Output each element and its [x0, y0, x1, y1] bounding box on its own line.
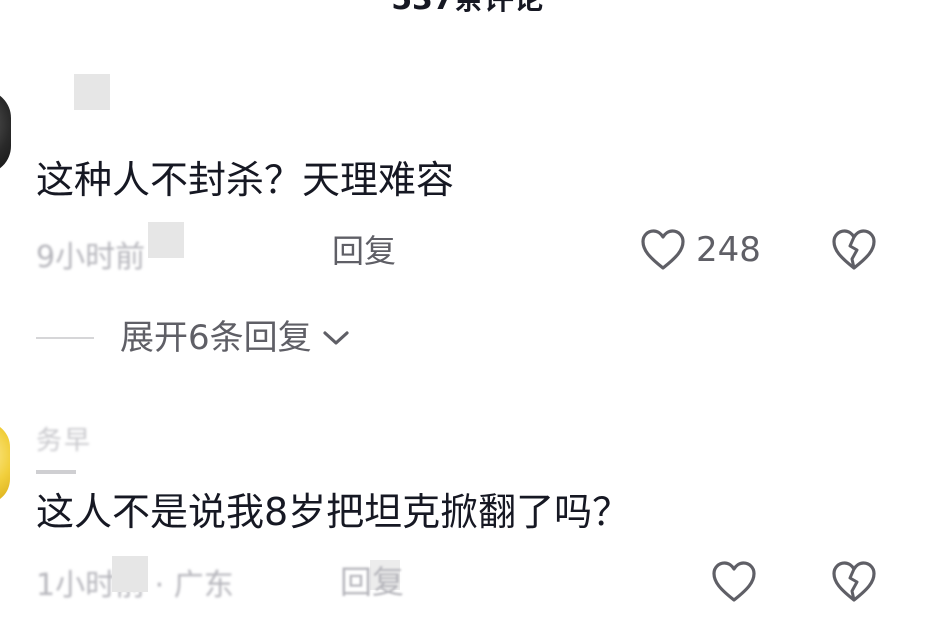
username-redaction: [74, 74, 110, 110]
like-count: 248: [696, 230, 761, 270]
comment-username[interactable]: 务早: [36, 420, 92, 457]
expand-replies-label: 展开6条回复: [120, 318, 312, 358]
comment-meta: 9小时前: [36, 240, 146, 275]
broken-heart-icon[interactable]: [830, 560, 878, 604]
avatar[interactable]: [0, 422, 10, 504]
heart-outline-icon: [640, 228, 686, 272]
expand-replies-button[interactable]: 展开6条回复: [36, 318, 352, 358]
like-button[interactable]: 248: [640, 228, 761, 272]
meta-redaction: [112, 556, 148, 592]
reply-button[interactable]: 回复: [332, 231, 396, 271]
broken-heart-icon[interactable]: [830, 228, 878, 272]
avatar[interactable]: [0, 90, 11, 174]
comment-text: 这种人不封杀？天理难容: [36, 158, 455, 202]
meta-redaction: [148, 222, 184, 258]
username-redaction: [36, 470, 76, 474]
chevron-down-icon: [320, 326, 352, 350]
divider: [36, 337, 94, 339]
comments-count-title: 537条评论: [0, 0, 935, 16]
reply-button[interactable]: 回复: [340, 562, 404, 602]
comment-text: 这人不是说我8岁把坦克掀翻了吗？: [36, 490, 631, 534]
heart-outline-icon[interactable]: [710, 560, 758, 604]
